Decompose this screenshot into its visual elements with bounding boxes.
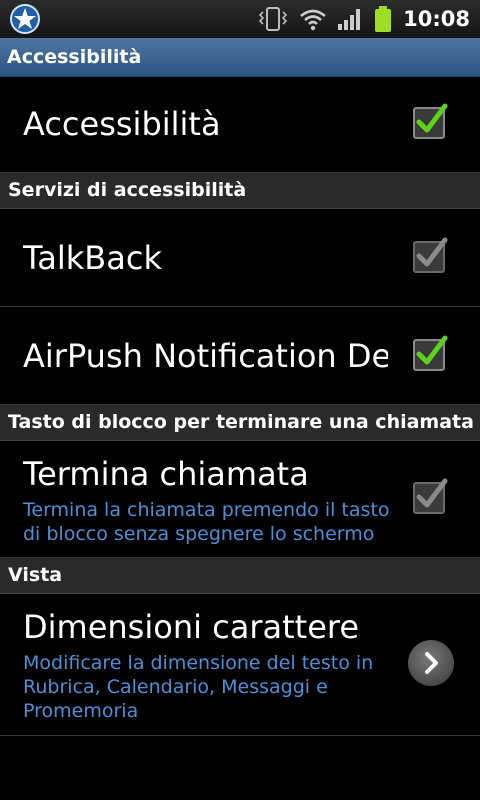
chevron-right-icon[interactable] (408, 640, 454, 686)
setting-summary: Modificare la dimensione del testo in Ru… (23, 652, 374, 722)
setting-title: AirPush Notification Detector (23, 337, 388, 375)
setting-talkback[interactable]: TalkBack (0, 209, 480, 307)
app-star-icon (10, 4, 40, 34)
setting-accessibilita[interactable]: Accessibilità (0, 77, 480, 173)
section-label: Servizi di accessibilità (8, 179, 247, 201)
section-header-servizi: Servizi di accessibilità (0, 173, 480, 209)
setting-title: TalkBack (23, 239, 162, 277)
setting-summary: Termina la chiamata premendo il tasto di… (23, 499, 390, 545)
checkbox-disabled-icon[interactable] (411, 236, 449, 274)
section-label: Vista (8, 564, 63, 586)
setting-termina-chiamata[interactable]: Termina chiamata Termina la chiamata pre… (0, 441, 480, 558)
title-bar: Accessibilità (0, 38, 480, 77)
clock: 10:08 (403, 7, 470, 31)
setting-title: Termina chiamata (23, 455, 309, 493)
wifi-icon (300, 9, 326, 31)
setting-dimensioni-carattere[interactable]: Dimensioni carattere Modificare la dimen… (0, 594, 480, 736)
setting-title: Accessibilità (23, 105, 221, 143)
section-header-tasto: Tasto di blocco per terminare una chiama… (0, 405, 480, 441)
setting-airpush[interactable]: AirPush Notification Detector (0, 307, 480, 405)
section-header-vista: Vista (0, 558, 480, 594)
status-bar: 10:08 (0, 0, 480, 38)
settings-list: Accessibilità Servizi di accessibilità T… (0, 77, 480, 736)
battery-icon (375, 6, 392, 32)
vibrate-icon (259, 7, 288, 31)
signal-icon (338, 9, 361, 30)
checkbox-disabled-icon[interactable] (411, 477, 449, 515)
checkbox-checked-icon[interactable] (411, 102, 449, 140)
page-title: Accessibilità (7, 46, 142, 68)
checkbox-checked-icon[interactable] (411, 334, 449, 372)
section-label: Tasto di blocco per terminare una chiama… (8, 411, 474, 433)
setting-title: Dimensioni carattere (23, 608, 360, 646)
